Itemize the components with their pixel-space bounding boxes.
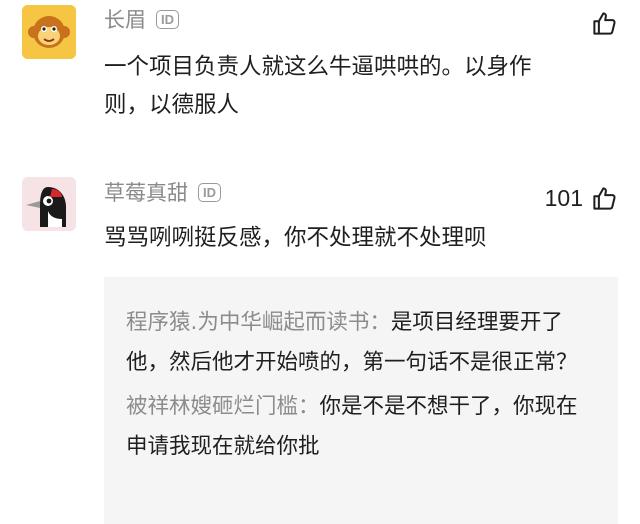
thumbs-up-icon — [593, 187, 616, 210]
like-count: 101 — [544, 185, 583, 211]
comment-username[interactable]: 草莓真甜 ID — [104, 183, 221, 204]
comment-text: 一个项目负责人就这么牛逼哄哄的。以身作则，以德服人 — [104, 54, 532, 118]
comment-text: 骂骂咧咧挺反感，你不处理就不处理呗 — [104, 225, 487, 251]
id-badge: ID — [198, 183, 221, 202]
reply-list: 程序猿.为中华崛起而读书：是项目经理要开了他，然后他才开始喷的，第一句话不是很正… — [104, 277, 618, 524]
like-button[interactable]: 101 — [545, 185, 618, 212]
username-text[interactable]: 草莓真甜 — [104, 181, 188, 205]
id-badge: ID — [156, 10, 179, 29]
username-text[interactable]: 长眉 — [104, 8, 146, 32]
reply-username[interactable]: 被祥林嫂砸烂门槛： — [126, 394, 320, 419]
like-button[interactable] — [591, 10, 618, 37]
reply-item[interactable]: 程序猿.为中华崛起而读书：是项目经理要开了他，然后他才开始喷的，第一句话不是很正… — [126, 303, 598, 383]
woodpecker-avatar-icon[interactable] — [22, 177, 76, 231]
reply-username[interactable]: 程序猿.为中华崛起而读书： — [126, 310, 391, 335]
monkey-avatar-icon[interactable] — [22, 5, 76, 59]
thumbs-up-icon — [593, 12, 616, 35]
reply-item[interactable]: 被祥林嫂砸烂门槛：你是不是不想干了，你现在申请我现在就给你批 — [126, 387, 598, 467]
comment-username[interactable]: 长眉 ID — [104, 10, 179, 31]
